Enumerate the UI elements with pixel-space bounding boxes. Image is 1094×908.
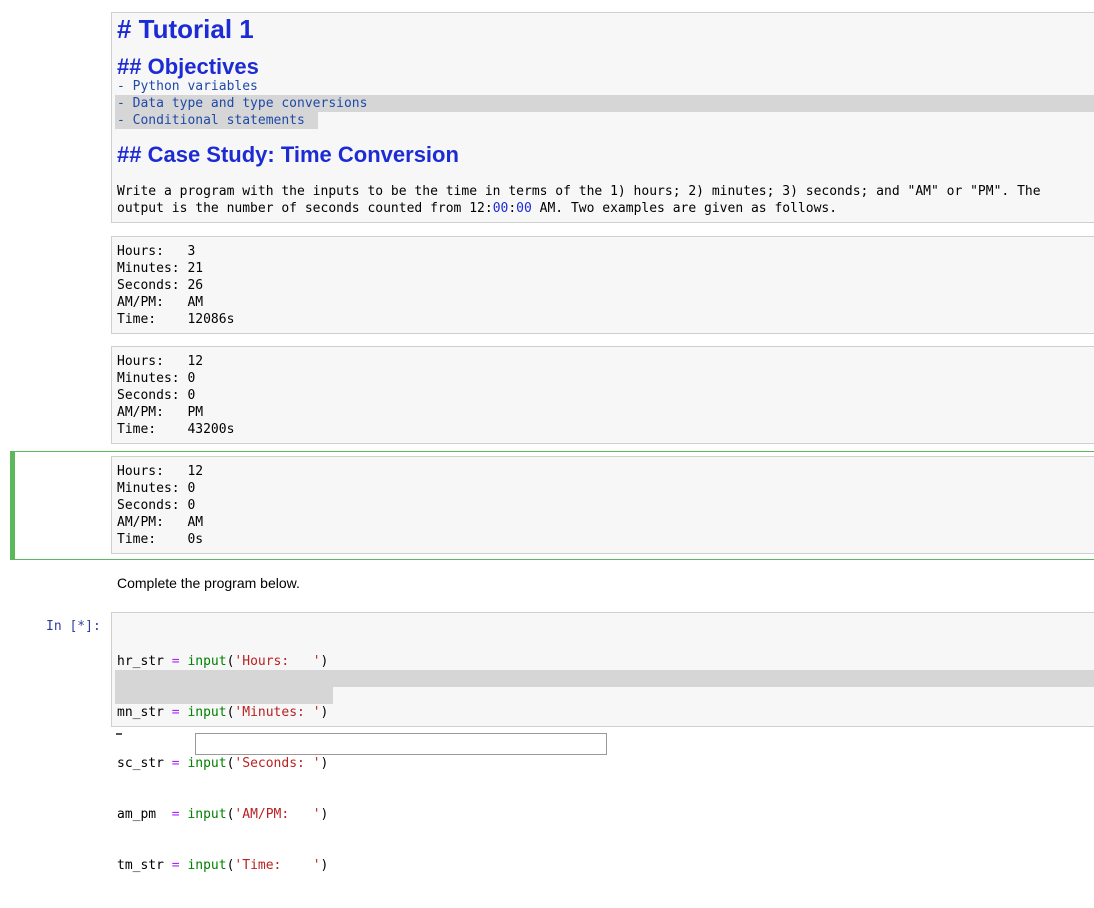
objectives-heading: ## Objectives (117, 54, 259, 79)
example-text: Hours: 12 Minutes: 0 Seconds: 0 AM/PM: AM Ti… (117, 464, 204, 547)
example-cell[interactable]: Hours: 3 Minutes: 21 Seconds: 26 AM/PM: AM T… (111, 236, 1094, 334)
code-line: tm_str = input('Time: ') (117, 858, 329, 873)
objective-item: - Conditional statements (117, 113, 305, 128)
objective-item: - Data type and type conversions (117, 96, 368, 111)
example-text: Hours: 3 Minutes: 21 Seconds: 26 AM/PM: AM T… (117, 244, 235, 327)
code-line: sc_str = input('Seconds: ') (117, 756, 329, 771)
code-cell[interactable]: hr_str = input('Hours: ') mn_str = input… (111, 612, 1094, 873)
cell-prompt: In [*]: (46, 619, 101, 634)
code-line: hr_str = input('Hours: ') (117, 654, 329, 669)
code-line: am_pm = input('AM/PM: ') (117, 807, 329, 822)
objective-item: - Python variables (117, 79, 258, 94)
stdin-input-field[interactable] (195, 733, 607, 755)
description-line: Write a program with the inputs to be th… (117, 184, 1041, 199)
code-line: mn_str = input('Minutes: ') (117, 705, 329, 720)
code-editor[interactable]: hr_str = input('Hours: ') mn_str = input… (117, 619, 328, 908)
case-study-heading: ## Case Study: Time Conversion (117, 142, 459, 167)
example-cell-selected[interactable]: Hours: 12 Minutes: 0 Seconds: 0 AM/PM: AM Ti… (111, 456, 1094, 554)
example-text: Hours: 12 Minutes: 0 Seconds: 0 AM/PM: PM Ti… (117, 354, 235, 437)
tutorial-title: # Tutorial 1 (117, 14, 254, 44)
description-line: output is the number of seconds counted … (117, 201, 838, 216)
instruction-text: Complete the program below. (117, 575, 300, 591)
markdown-cell[interactable]: # Tutorial 1 ## Objectives - Python vari… (111, 12, 1094, 223)
selected-cell-indicator (10, 451, 15, 559)
output-label (116, 733, 122, 735)
example-cell[interactable]: Hours: 12 Minutes: 0 Seconds: 0 AM/PM: PM Ti… (111, 346, 1094, 444)
